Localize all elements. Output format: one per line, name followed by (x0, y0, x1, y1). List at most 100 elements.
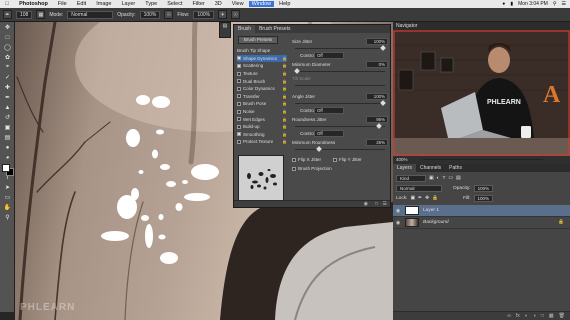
adjustment-layer-icon[interactable]: ◑ (533, 313, 536, 319)
flip-x-checkbox[interactable] (292, 157, 296, 162)
lock-icon[interactable]: 🔒 (282, 109, 287, 114)
roundness-jitter-knob[interactable] (375, 123, 382, 129)
size-control-select[interactable]: Off (314, 52, 344, 59)
menu-help[interactable]: Help (274, 1, 295, 7)
brush-panel-menu-icon[interactable]: ☰ (383, 201, 387, 207)
size-jitter-knob[interactable] (380, 45, 386, 51)
move-tool-icon[interactable]: ✥ (2, 23, 13, 32)
history-brush-tool-icon[interactable]: ↺ (2, 113, 13, 122)
lock-icon[interactable]: 🔒 (282, 132, 287, 137)
delete-layer-icon[interactable]: 🗑 (559, 313, 565, 319)
pressure-opacity-icon[interactable]: ☉ (164, 10, 174, 19)
color-swatches[interactable] (2, 164, 14, 176)
brush-setting-item[interactable]: Scattering 🔒 (237, 62, 287, 70)
tab-brush[interactable]: Brush (234, 25, 256, 33)
filter-smart-icon[interactable]: ▤ (456, 176, 461, 181)
layer-row-background[interactable]: ◉ Background 🔒 (393, 217, 570, 229)
brush-setting-item[interactable]: Color Dynamics 🔒 (237, 85, 287, 93)
lock-brush-icon[interactable]: ✒ (418, 196, 422, 201)
brush-setting-item[interactable]: Build-up 🔒 (237, 123, 287, 131)
wifi-icon[interactable]: ● (502, 1, 505, 7)
brush-setting-item[interactable]: Dual Brush 🔒 (237, 77, 287, 85)
clone-stamp-tool-icon[interactable]: ▲ (2, 103, 13, 112)
layer-filter-kind[interactable]: Kind (396, 174, 426, 182)
filter-adjustment-icon[interactable]: ◐ (437, 176, 440, 181)
brush-setting-checkbox[interactable] (237, 139, 241, 144)
eyedropper-tool-icon[interactable]: ✓ (2, 73, 13, 82)
roundness-jitter-value[interactable]: 95% (366, 116, 388, 123)
lasso-tool-icon[interactable]: ◯ (2, 43, 13, 52)
brush-setting-item[interactable]: Brush Tip Shape (237, 47, 287, 55)
airbrush-icon[interactable]: ✈ (218, 10, 228, 19)
eraser-tool-icon[interactable]: ▣ (2, 123, 13, 132)
layer-row-layer-1[interactable]: ◉ Layer 1 (393, 205, 570, 217)
collapsed-panel-icons[interactable]: ▤ (219, 22, 231, 38)
brush-setting-checkbox[interactable] (237, 124, 241, 129)
lock-icon[interactable]: 🔒 (282, 79, 287, 84)
panel-toggle-icon[interactable]: ▤ (220, 23, 230, 30)
angle-jitter-knob[interactable] (380, 100, 386, 106)
lock-pixels-icon[interactable]: ▣ (410, 196, 415, 201)
toggle-live-tip-icon[interactable]: ◉ (364, 201, 368, 207)
size-jitter-value[interactable]: 100% (366, 38, 388, 45)
gradient-tool-icon[interactable]: ▤ (2, 133, 13, 142)
layer-fill-field[interactable]: 100% (473, 194, 494, 202)
min-diameter-value[interactable]: 0% (366, 61, 388, 68)
brush-setting-checkbox[interactable] (237, 94, 241, 99)
angle-control-select[interactable]: Off (314, 107, 344, 114)
flip-y-checkbox[interactable] (332, 157, 337, 162)
brush-setting-checkbox[interactable] (237, 132, 241, 137)
healing-tool-icon[interactable]: ✚ (2, 83, 13, 92)
path-select-tool-icon[interactable]: ➤ (2, 183, 13, 192)
opacity-field[interactable]: 100% (139, 10, 161, 19)
brush-setting-checkbox[interactable] (237, 109, 241, 114)
shape-tool-icon[interactable]: ▭ (2, 193, 13, 202)
marquee-tool-icon[interactable]: □ (2, 33, 13, 42)
flow-field[interactable]: 100% (193, 10, 215, 19)
lock-icon[interactable]: 🔒 (282, 94, 287, 99)
spotlight-icon[interactable]: ⚲ (553, 1, 557, 7)
brush-setting-checkbox[interactable] (237, 86, 241, 91)
brush-tool-icon[interactable]: ✒ (2, 93, 13, 102)
brush-setting-item[interactable]: Brush Pose 🔒 (237, 100, 287, 108)
tab-channels[interactable]: Channels (416, 164, 445, 172)
lock-icon[interactable]: 🔒 (282, 63, 287, 68)
navigator-view[interactable]: PHLEARN A (393, 30, 570, 156)
brush-setting-item[interactable]: Smoothing 🔒 (237, 131, 287, 139)
tab-paths[interactable]: Paths (445, 164, 466, 172)
min-diameter-knob[interactable] (294, 68, 300, 74)
brush-presets-button[interactable]: Brush Presets (238, 36, 278, 44)
lock-all-icon[interactable]: 🔒 (432, 196, 438, 201)
layer-style-icon[interactable]: fx (516, 313, 520, 319)
brush-setting-checkbox[interactable] (237, 63, 241, 68)
apple-icon[interactable]:  (0, 1, 14, 7)
eye-icon[interactable]: ◉ (393, 220, 403, 226)
filter-shape-icon[interactable]: ▭ (448, 176, 453, 181)
layer-opacity-field[interactable]: 100% (473, 184, 494, 192)
add-mask-icon[interactable]: ◐ (525, 313, 528, 319)
brush-tool-preset-icon[interactable]: ✒ (3, 10, 12, 19)
angle-jitter-value[interactable]: 100% (366, 93, 388, 100)
menubar-clock[interactable]: Mon 3:04 PM (518, 1, 548, 7)
menu-select[interactable]: Select (162, 1, 187, 7)
new-brush-icon[interactable]: □ (375, 201, 378, 207)
brush-setting-checkbox[interactable] (237, 71, 241, 76)
brush-setting-item[interactable]: Shape Dynamics 🔒 (237, 54, 287, 63)
menu-edit[interactable]: Edit (72, 1, 91, 7)
menu-image[interactable]: Image (91, 1, 116, 7)
mode-select[interactable]: Normal (67, 10, 114, 19)
menu-file[interactable]: File (53, 1, 72, 7)
brush-projection-checkbox[interactable] (292, 166, 296, 171)
brush-setting-item[interactable]: Noise 🔒 (237, 108, 287, 116)
pressure-size-icon[interactable]: ☉ (231, 10, 241, 19)
new-layer-icon[interactable]: ▦ (549, 313, 554, 319)
min-roundness-knob[interactable] (315, 146, 322, 152)
min-roundness-value[interactable]: 25% (366, 139, 388, 146)
lock-icon[interactable]: 🔒 (282, 117, 287, 122)
zoom-tool-icon[interactable]: ⚲ (2, 213, 13, 222)
lock-icon[interactable]: 🔒 (282, 139, 287, 144)
lock-icon[interactable]: 🔒 (282, 124, 287, 129)
blend-mode-select[interactable]: Normal (396, 184, 442, 192)
min-roundness-slider[interactable] (292, 146, 388, 152)
lock-icon[interactable]: 🔒 (282, 56, 287, 61)
